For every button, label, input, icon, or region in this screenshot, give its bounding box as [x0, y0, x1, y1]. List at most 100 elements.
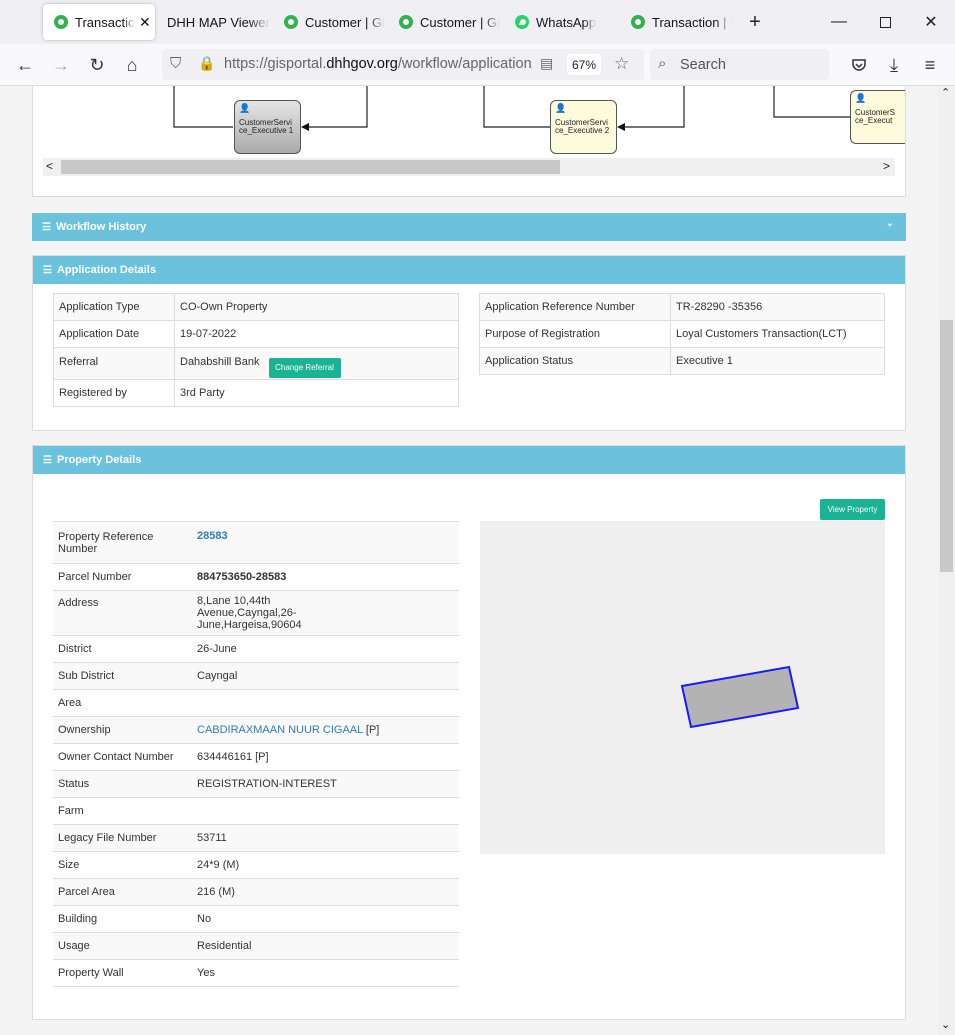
search-box[interactable]: ⌕ Search — [650, 49, 829, 80]
table-row: Application Status Executive 1 — [479, 347, 885, 375]
tab-customer-1[interactable]: Customer | GI — [273, 4, 386, 40]
tab-customer-2[interactable]: Customer | GI — [388, 4, 501, 40]
reload-icon[interactable]: ↻ — [85, 53, 109, 77]
back-icon[interactable]: ← — [13, 53, 37, 77]
referral-value: Dahabshill Bank — [180, 356, 260, 368]
green-logo-icon — [53, 14, 69, 30]
row-label: Property Reference Number — [53, 521, 192, 564]
green-logo-icon — [283, 14, 299, 30]
user-icon: 👤 — [239, 103, 251, 113]
property-reference-link[interactable]: 28583 — [197, 530, 228, 542]
user-icon: 👤 — [855, 93, 867, 103]
green-logo-icon — [398, 14, 414, 30]
tab-whatsapp[interactable]: WhatsApp — [504, 4, 617, 40]
url-text[interactable]: https://gisportal.dhhgov.org/workflow/ap… — [224, 56, 532, 72]
search-placeholder: Search — [680, 57, 726, 73]
row-label: Address — [53, 590, 192, 636]
zoom-level[interactable]: 67% — [567, 54, 601, 75]
minimize-icon[interactable]: — — [816, 0, 862, 44]
row-label: Property Wall — [53, 959, 192, 987]
application-details-right-table: Application Reference Number TR-28290 -35… — [479, 293, 885, 375]
row-label: Application Reference Number — [479, 293, 671, 321]
row-label: Sub District — [53, 662, 192, 690]
panel-title: Application Details — [56, 264, 156, 276]
home-icon[interactable]: ⌂ — [120, 53, 144, 77]
table-row: Sub District Cayngal — [53, 662, 459, 690]
row-value: 8,Lane 10,44th Avenue,Cayngal,26-June,Ha… — [192, 590, 459, 636]
row-value: 634446161 [P] — [192, 743, 459, 771]
table-row: Referral Dahabshill Bank Change Referral — [53, 347, 459, 380]
tab-label: WhatsApp — [536, 14, 596, 30]
lock-icon[interactable]: 🔒 — [198, 55, 215, 72]
table-row: Application Date 19-07-2022 — [53, 320, 459, 348]
table-row: Size 24*9 (M) — [53, 851, 459, 879]
tab-label: Customer | GI — [420, 14, 500, 30]
tab-transaction-active[interactable]: Transaction ✕ — [43, 4, 155, 40]
row-label: Application Status — [479, 347, 671, 375]
row-value — [192, 797, 459, 825]
tab-transaction-2[interactable]: Transaction | C — [620, 4, 733, 40]
row-value: 53711 — [192, 824, 459, 852]
row-label: Parcel Number — [53, 563, 192, 591]
table-row: Parcel Number 884753650-28583 — [53, 563, 459, 591]
scrollbar-thumb[interactable] — [940, 320, 953, 572]
close-tab-icon[interactable]: ✕ — [139, 14, 151, 31]
scroll-right-icon[interactable]: > — [883, 159, 890, 173]
node-label: CustomerS ce_Execut — [855, 108, 896, 125]
table-row: Legacy File Number 53711 — [53, 824, 459, 852]
table-row: Property Wall Yes — [53, 959, 459, 987]
workflow-node-executive-2[interactable]: 👤 CustomerServi ce_Executive 2 — [550, 100, 617, 154]
table-row: Purpose of Registration Loyal Customers T… — [479, 320, 885, 348]
chevron-down-icon[interactable]: ⌄ — [886, 218, 894, 229]
url-bar[interactable]: ⛉ 🔒 https://gisportal.dhhgov.org/workflo… — [162, 49, 644, 80]
scroll-down-icon[interactable]: ⌄ — [941, 1018, 950, 1031]
application-details-header[interactable]: ☰ Application Details — [33, 256, 905, 284]
shield-icon[interactable]: ⛉ — [170, 55, 181, 72]
downloads-icon[interactable]: ⤓ — [882, 53, 906, 77]
close-window-icon[interactable]: ✕ — [908, 0, 954, 44]
owner-type: [P] — [365, 724, 380, 736]
reader-view-icon[interactable]: ▤ — [540, 55, 553, 72]
table-row: Application Type CO-Own Property — [53, 293, 459, 321]
owner-name-link[interactable]: CABDIRAXMAAN NUUR CIGAAL — [197, 724, 363, 736]
workflow-history-header[interactable]: ☰ Workflow History ⌄ — [32, 213, 906, 241]
node-label: CustomerServi ce_Executive 1 — [239, 118, 294, 135]
row-label: Area — [53, 689, 192, 717]
view-property-button[interactable]: View Property — [820, 499, 885, 520]
whatsapp-icon — [514, 14, 530, 30]
scrollbar-thumb[interactable] — [61, 160, 560, 174]
workflow-diagram-panel: 👤 CustomerServi ce_Executive 1 👤 Custome… — [32, 86, 906, 197]
row-value: TR-28290 -35356 — [670, 293, 885, 321]
forward-icon[interactable]: → — [49, 53, 73, 77]
row-label: Referral — [53, 347, 175, 380]
list-icon: ☰ — [43, 454, 52, 466]
maximize-icon[interactable] — [862, 0, 908, 44]
row-label: District — [53, 635, 192, 663]
table-row: Ownership CABDIRAXMAAN NUUR CIGAAL [P] — [53, 716, 459, 744]
tab-label: Transaction — [75, 14, 135, 30]
menu-icon[interactable]: ≡ — [918, 53, 942, 77]
parcel-map[interactable] — [480, 521, 885, 854]
node-label: CustomerServi ce_Executive 2 — [555, 118, 610, 135]
scroll-left-icon[interactable]: < — [46, 159, 53, 173]
row-label: Usage — [53, 932, 192, 960]
pocket-icon[interactable] — [847, 53, 871, 77]
change-referral-button[interactable]: Change Referral — [268, 357, 341, 378]
property-details-header[interactable]: ☰ Property Details — [33, 446, 905, 474]
scroll-up-icon[interactable]: ⌃ — [941, 86, 950, 99]
horizontal-scrollbar[interactable]: < > — [43, 158, 895, 176]
vertical-scrollbar[interactable]: ⌃ ⌄ — [938, 86, 955, 1035]
row-value: REGISTRATION-INTEREST — [192, 770, 459, 798]
workflow-history-panel[interactable]: ☰ Workflow History ⌄ — [32, 213, 906, 241]
page-content: 👤 CustomerServi ce_Executive 1 👤 Custome… — [0, 86, 938, 1035]
workflow-node-executive-3[interactable]: 👤 CustomerS ce_Execut — [850, 90, 905, 144]
row-value: Residential — [192, 932, 459, 960]
tab-dhh-map-viewer[interactable]: DHH MAP Viewer — [157, 4, 272, 40]
new-tab-icon[interactable]: + — [735, 0, 775, 44]
row-value: Yes — [192, 959, 459, 987]
bookmark-star-icon[interactable]: ☆ — [614, 54, 629, 74]
parcel-polygon[interactable] — [680, 665, 800, 729]
panel-title: Property Details — [56, 454, 142, 466]
row-value: Executive 1 — [670, 347, 885, 375]
workflow-node-executive-1[interactable]: 👤 CustomerServi ce_Executive 1 — [234, 100, 301, 154]
